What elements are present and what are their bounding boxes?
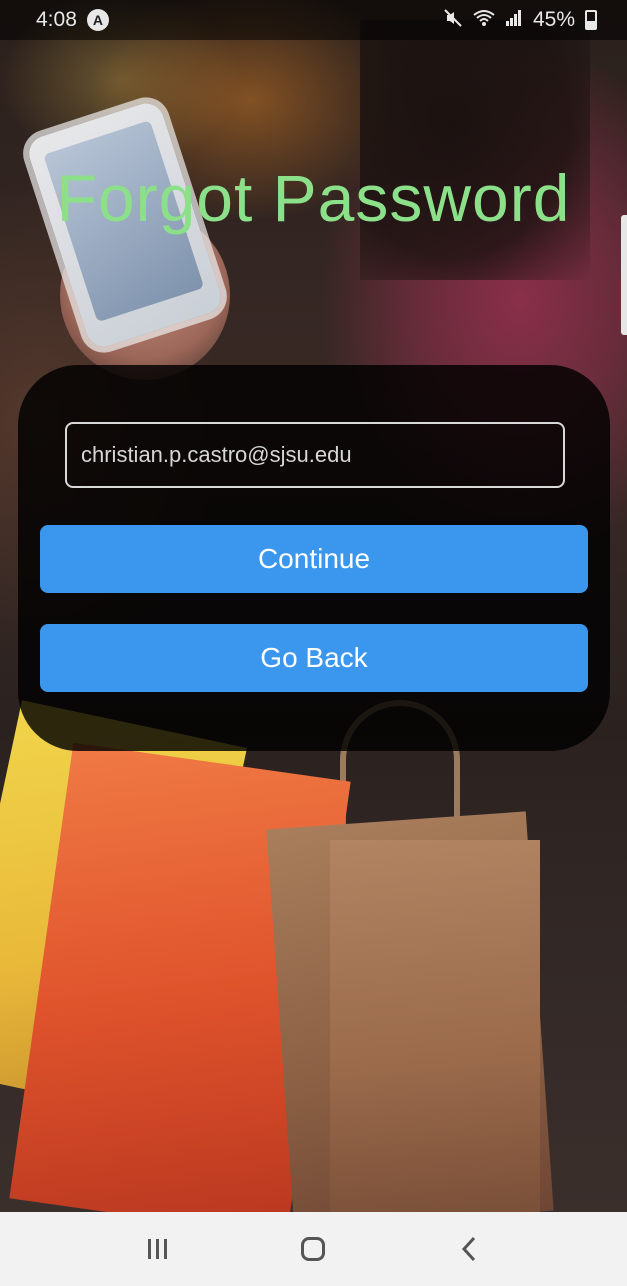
battery-icon [585,10,597,30]
background-hair [360,20,590,280]
app-screen: 4:08 A 45% Forgot Password Continue Go B… [0,0,627,1286]
back-icon [461,1236,477,1262]
page-title: Forgot Password [56,161,571,235]
mute-icon [443,8,463,33]
signal-icon [505,9,523,32]
back-button[interactable] [439,1224,499,1274]
home-button[interactable] [283,1224,343,1274]
app-notification-icon: A [86,9,109,31]
battery-percent: 45% [532,8,575,31]
status-time: 4:08 [36,8,77,31]
navigation-bar [0,1212,627,1286]
wifi-icon [473,8,495,33]
continue-button[interactable]: Continue [40,525,588,593]
status-left: 4:08 A [36,8,109,32]
forgot-password-card: Continue Go Back [18,365,610,751]
email-field[interactable] [65,422,565,488]
recents-icon [148,1239,168,1259]
home-icon [301,1237,326,1261]
status-bar: 4:08 A 45% [0,0,627,40]
shopping-bag-brown-front [330,840,540,1212]
status-right: 45% [443,8,597,33]
go-back-button[interactable]: Go Back [40,624,588,692]
edge-panel-handle[interactable] [621,215,627,335]
recents-button[interactable] [128,1224,188,1274]
